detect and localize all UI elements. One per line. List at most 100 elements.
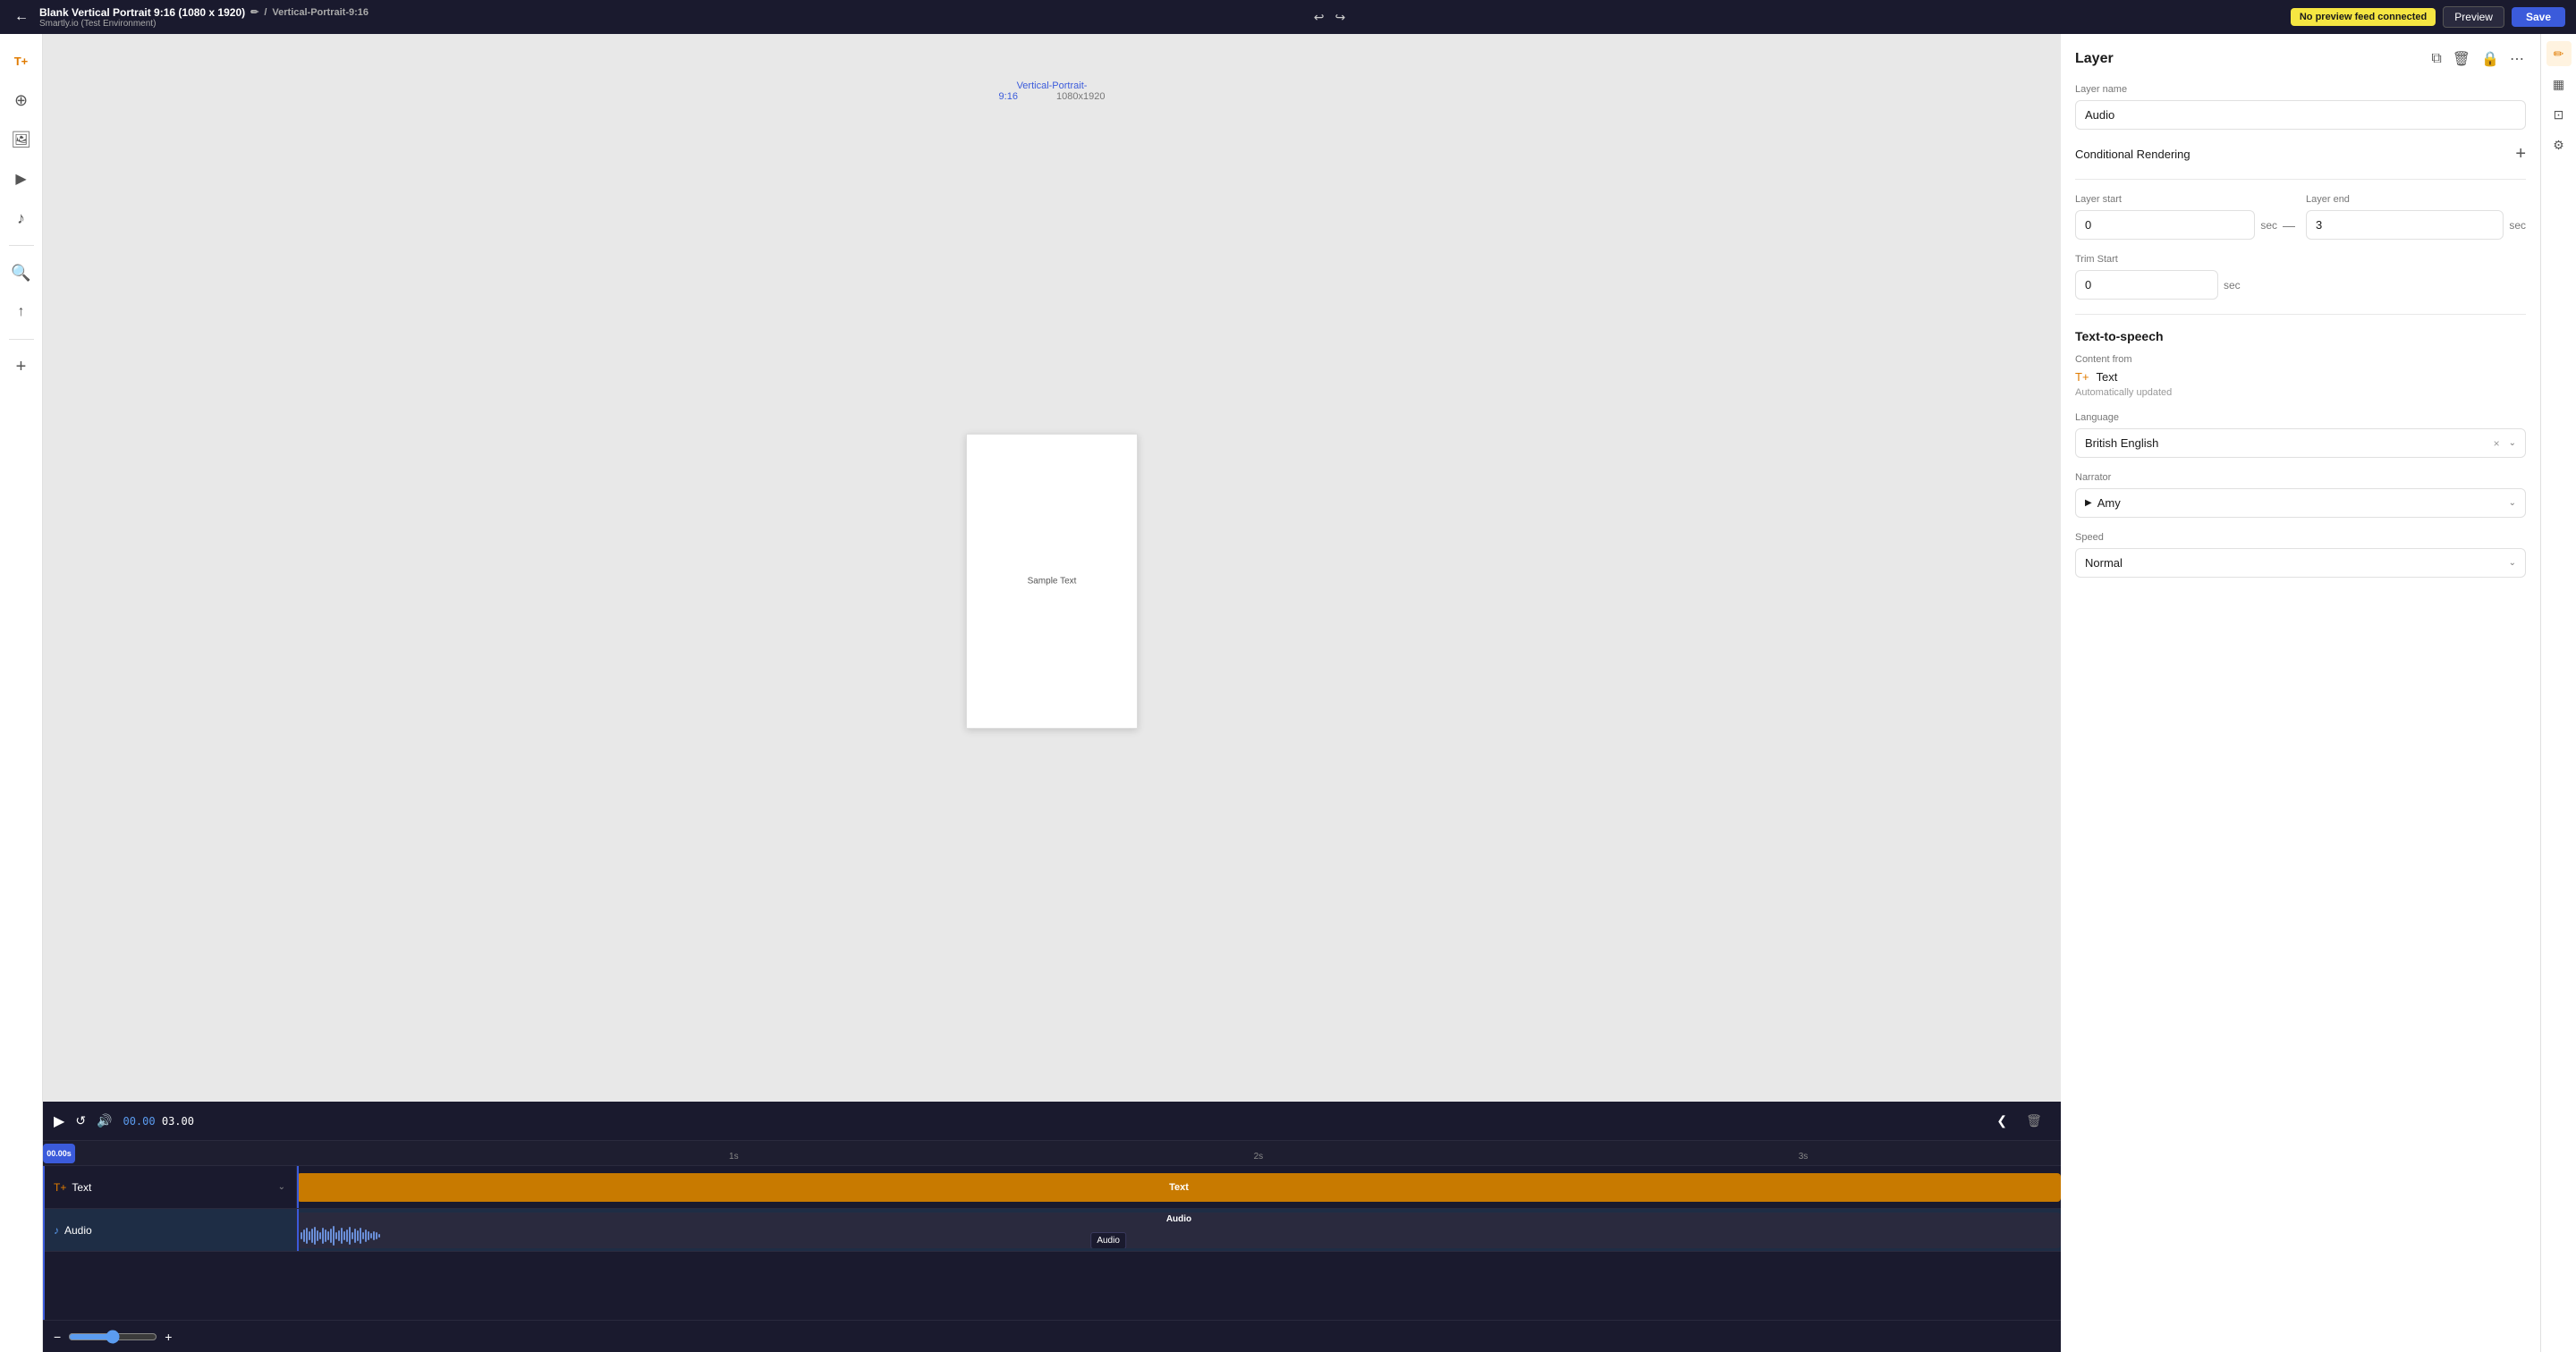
upload-icon: ↑ [18, 304, 25, 320]
search-icon: 🔍 [11, 264, 30, 283]
text-track-label-area[interactable]: T+ Text ⌄ [43, 1166, 297, 1208]
speed-select[interactable]: Normal ⌄ [2075, 548, 2526, 578]
narrator-play-icon[interactable]: ▶ [2085, 498, 2092, 508]
canvas-area: Vertical-Portrait- 9:16 1080x1920 Sample… [43, 34, 2061, 1102]
text-track-bar[interactable]: Text [297, 1173, 2061, 1202]
zoom-slider-container [68, 1330, 157, 1344]
topbar-right: No preview feed connected Preview Save [2291, 6, 2565, 28]
divider-1 [2075, 179, 2526, 180]
layer-panel-title: Layer [2075, 51, 2114, 67]
zoom-out-button[interactable]: − [54, 1330, 61, 1344]
search-tool[interactable]: 🔍 [5, 257, 38, 289]
replay-button[interactable]: ↺ [75, 1113, 86, 1128]
music-tool[interactable]: ♪ [5, 202, 38, 234]
layer-end-input[interactable] [2306, 210, 2504, 240]
text-track-icon: T+ [54, 1181, 66, 1194]
phone-canvas[interactable]: Sample Text [966, 434, 1138, 729]
play-pause-button[interactable]: ▶ [54, 1112, 64, 1130]
trim-start-input[interactable] [2075, 270, 2218, 300]
narrator-select[interactable]: ▶ Amy ⌄ [2075, 488, 2526, 518]
left-toolbar: T+ ⊕ 🖼 ▶ ♪ 🔍 ↑ + [0, 34, 43, 1352]
audio-track-outer-label: Audio [1166, 1214, 1191, 1224]
language-group: Language British English × ⌄ [2075, 412, 2526, 458]
text-track-timeline[interactable]: Text [297, 1166, 2061, 1208]
language-select[interactable]: British English × ⌄ [2075, 428, 2526, 458]
edit-icon[interactable]: ✏ [250, 6, 258, 18]
add-tool[interactable]: + [5, 351, 38, 383]
transform-tool-button[interactable]: ⊡ [2546, 102, 2572, 127]
speed-chevron-icon: ⌄ [2509, 558, 2516, 568]
layer-more-button[interactable]: ⋯ [2508, 48, 2526, 70]
ruler-1s: 1s [729, 1152, 739, 1162]
sample-text: Sample Text [1028, 577, 1077, 587]
layer-end-unit: sec [2509, 219, 2526, 232]
layer-start-input[interactable] [2075, 210, 2255, 240]
feed-tool[interactable]: ⊕ [5, 84, 38, 116]
layer-name-input[interactable] [2075, 100, 2526, 130]
conditional-rendering-add-button[interactable]: + [2515, 144, 2526, 165]
layer-start-row: sec — [2075, 210, 2295, 240]
topbar-left: ← Blank Vertical Portrait 9:16 (1080 x 1… [11, 5, 369, 29]
volume-button[interactable]: 🔊 [97, 1113, 112, 1128]
text-track-expand[interactable]: ⌄ [278, 1182, 285, 1192]
layer-start-label: Layer start [2075, 194, 2295, 205]
settings-tool-button[interactable]: ⚙ [2546, 132, 2572, 157]
brush-tool-button[interactable]: ✏ [2546, 41, 2572, 66]
narrator-group: Narrator ▶ Amy ⌄ [2075, 472, 2526, 518]
plus-icon: + [16, 357, 27, 377]
undo-button[interactable]: ↩ [1310, 8, 1328, 27]
layer-delete-button[interactable]: 🗑 [2451, 48, 2472, 70]
add-text-icon: T+ [14, 55, 29, 68]
audio-track-bar[interactable]: Audio [297, 1213, 2061, 1248]
audio-track-timeline[interactable]: Audio [297, 1209, 2061, 1251]
speed-group: Speed Normal ⌄ [2075, 532, 2526, 578]
image-tool[interactable]: 🖼 [5, 123, 38, 156]
audio-track-name: Audio [64, 1224, 92, 1237]
zoom-in-button[interactable]: + [165, 1330, 172, 1344]
audio-track-row: ♪ Audio Audio [43, 1209, 2061, 1252]
collapse-button[interactable]: ❮ [1996, 1113, 2007, 1128]
text-track-row: T+ Text ⌄ Text [43, 1166, 2061, 1209]
narrator-chevron-icon: ⌄ [2509, 498, 2516, 508]
text-track-name: Text [72, 1181, 91, 1194]
content-from-group: Content from T+ Text Automatically updat… [2075, 354, 2526, 398]
preview-button[interactable]: Preview [2443, 6, 2504, 28]
grid-tool-button[interactable]: ▦ [2546, 72, 2572, 97]
narrator-label: Narrator [2075, 472, 2526, 483]
layer-end-label: Layer end [2306, 194, 2526, 205]
back-button[interactable]: ← [11, 5, 32, 29]
zoom-slider[interactable] [68, 1330, 157, 1344]
far-right-icons: ✏ ▦ ⊡ ⚙ [2540, 34, 2576, 1352]
save-button[interactable]: Save [2512, 7, 2565, 27]
ruler-2s: 2s [1254, 1152, 1264, 1162]
file-name: Vertical-Portrait-9:16 [272, 7, 369, 18]
redo-button[interactable]: ↪ [1331, 8, 1349, 27]
trim-start-unit: sec [2224, 279, 2241, 292]
playhead-line-empty [43, 1166, 45, 1320]
no-preview-badge: No preview feed connected [2291, 8, 2436, 26]
delete-track-button[interactable]: 🗑 [2018, 1105, 2050, 1137]
time-dash: — [2283, 218, 2295, 232]
auto-updated-label: Automatically updated [2075, 387, 2526, 398]
tts-section-title: Text-to-speech [2075, 329, 2526, 343]
feed-icon: ⊕ [14, 91, 28, 110]
trim-start-row: sec [2075, 270, 2526, 300]
layer-copy-button[interactable]: ⧉ [2429, 49, 2443, 69]
language-clear-button[interactable]: × [2494, 437, 2500, 450]
narrator-value: Amy [2097, 496, 2121, 510]
audio-track-icon: ♪ [54, 1224, 59, 1237]
layer-panel: Layer ⧉ 🗑 🔒 ⋯ Layer name Conditional Ren… [2061, 34, 2540, 1352]
waveform [301, 1225, 2057, 1246]
upload-tool[interactable]: ↑ [5, 296, 38, 328]
add-text-tool[interactable]: T+ [5, 45, 38, 77]
audio-track-label-area[interactable]: ♪ Audio [43, 1209, 297, 1251]
path-slash: / [264, 7, 267, 18]
layer-name-group: Layer name [2075, 84, 2526, 130]
topbar: ← Blank Vertical Portrait 9:16 (1080 x 1… [0, 0, 2576, 34]
video-tool[interactable]: ▶ [5, 163, 38, 195]
video-icon: ▶ [15, 170, 26, 188]
language-chevron-icon: ⌄ [2509, 438, 2516, 448]
canvas-label: Vertical-Portrait- 9:16 1080x1920 [999, 80, 1106, 102]
layer-end-group: Layer end sec [2306, 194, 2526, 240]
layer-lock-button[interactable]: 🔒 [2479, 48, 2501, 70]
